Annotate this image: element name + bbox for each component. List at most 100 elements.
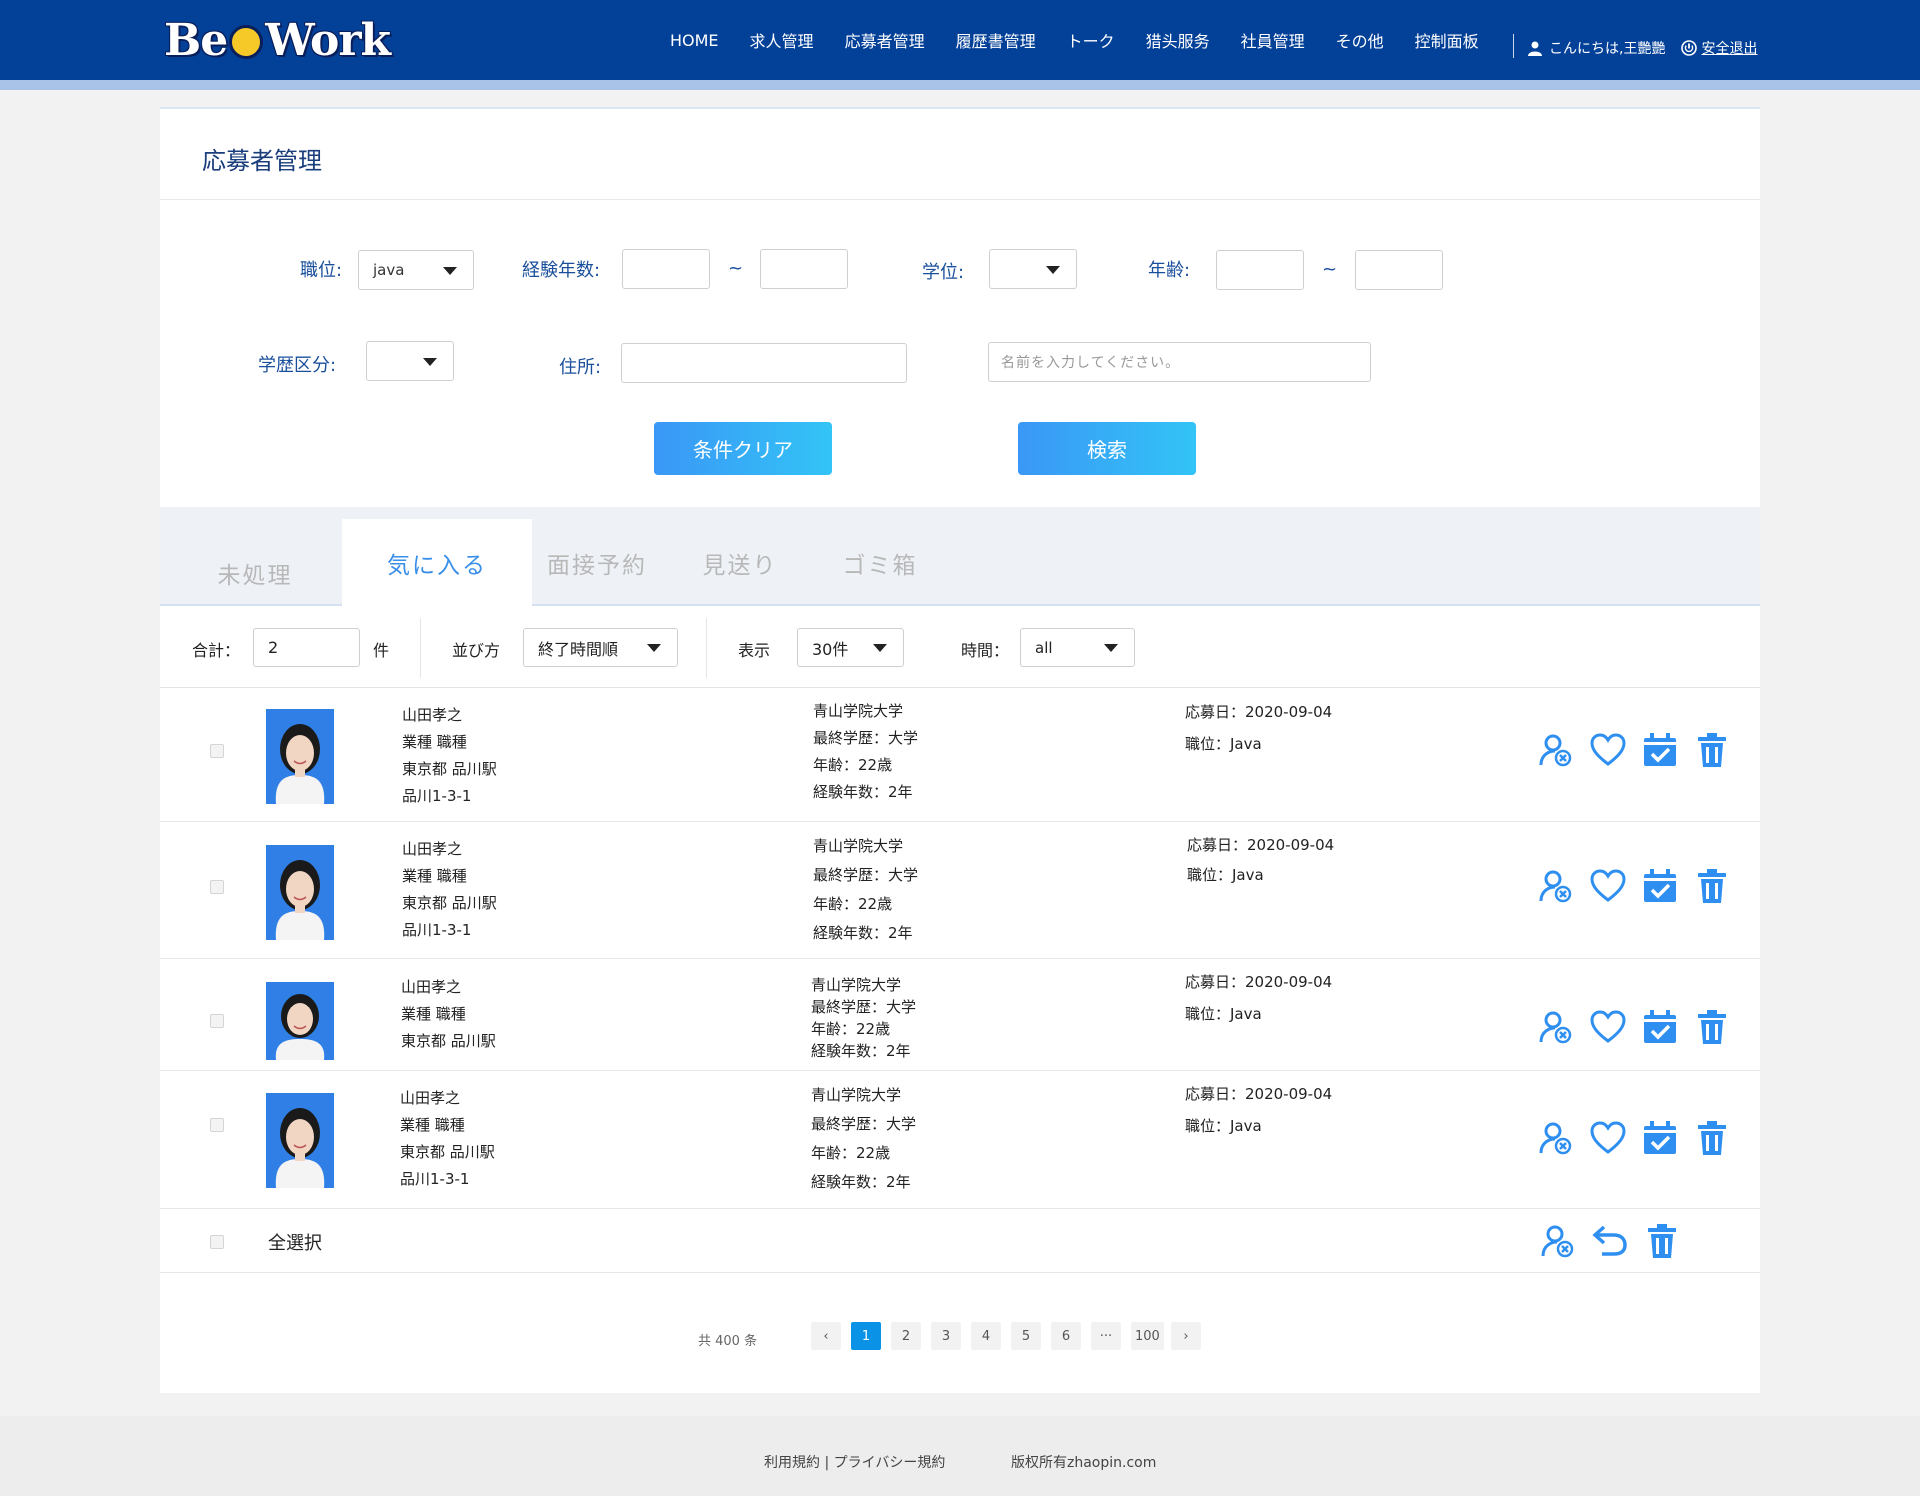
nav-home[interactable]: HOME <box>670 31 719 50</box>
tab-unprocessed[interactable]: 未処理 <box>160 529 350 616</box>
applicant-photo <box>266 1093 334 1188</box>
trash-icon[interactable] <box>1694 1120 1730 1156</box>
user-area: こんにちは,王艷艷 安全退出 <box>1527 38 1757 58</box>
sort-select[interactable]: 終了時間順 <box>523 628 678 667</box>
chevron-down-icon <box>1046 266 1060 274</box>
time-label: 時間： <box>961 641 1010 660</box>
trash-icon[interactable] <box>1694 1009 1730 1045</box>
beework-logo[interactable]: Be Work <box>164 14 391 66</box>
chevron-down-icon <box>423 358 437 366</box>
nav-talk[interactable]: トーク <box>1067 28 1115 52</box>
age-max-input[interactable] <box>1355 250 1443 290</box>
row-actions <box>1538 732 1746 768</box>
calendar-check-icon[interactable] <box>1642 1009 1678 1045</box>
experience-min-input[interactable] <box>622 249 710 289</box>
applicant-education: 最終学歴：大学 <box>813 729 919 747</box>
footer: 利用規約 | プライバシー規約 版权所有zhaopin.com <box>0 1416 1920 1496</box>
applicant-row[interactable]: 山田孝之 業種 職種 東京都 品川駅 品川1-3-1 青山学院大学 最終学歴：大… <box>160 688 1760 822</box>
pagination-next[interactable]: › <box>1171 1322 1201 1350</box>
pagination-page-1[interactable]: 1 <box>851 1322 881 1350</box>
applicant-row[interactable]: 山田孝之 業種 職種 東京都 品川駅 品川1-3-1 青山学院大学 最終学歴：大… <box>160 1071 1760 1209</box>
edu-class-select[interactable] <box>366 341 454 381</box>
name-search-input[interactable]: 名前を入力してください。 <box>988 342 1371 382</box>
applicant-name: 山田孝之 <box>401 978 462 996</box>
age-min-input[interactable] <box>1216 250 1304 290</box>
applicant-name: 山田孝之 <box>402 840 463 858</box>
address-input[interactable] <box>621 343 907 383</box>
tab-interview[interactable]: 面接予約 <box>532 519 662 606</box>
row-checkbox[interactable] <box>210 1118 224 1132</box>
row-checkbox[interactable] <box>210 744 224 758</box>
clear-conditions-button[interactable]: 条件クリア <box>654 422 832 475</box>
position-select[interactable]: java <box>358 250 474 290</box>
row-checkbox[interactable] <box>210 880 224 894</box>
calendar-check-icon[interactable] <box>1642 868 1678 904</box>
pagination-ellipsis[interactable]: ··· <box>1091 1322 1121 1350</box>
reject-user-icon[interactable] <box>1538 1009 1574 1045</box>
applicant-education-info: 青山学院大学 最終学歴：大学 年齢：22歳 経験年数：2年 <box>813 832 918 948</box>
reject-user-icon[interactable] <box>1538 1120 1574 1156</box>
row-checkbox[interactable] <box>210 1014 224 1028</box>
pagination-page-6[interactable]: 6 <box>1051 1322 1081 1350</box>
logout-link[interactable]: 安全退出 <box>1701 38 1757 58</box>
select-all-label[interactable]: 全選択 <box>268 1229 322 1255</box>
power-icon[interactable] <box>1681 40 1698 56</box>
applicant-row[interactable]: 山田孝之 業種 職種 東京都 品川駅 青山学院大学 最終学歴：大学 年齢：22歳… <box>160 959 1760 1071</box>
tab-favorites[interactable]: 気に入る <box>342 519 532 606</box>
nav-applicant-management[interactable]: 応募者管理 <box>845 28 925 52</box>
pagination-page-100[interactable]: 100 <box>1131 1322 1164 1350</box>
nav-headhunting[interactable]: 猎头服务 <box>1146 28 1210 52</box>
nav-employee-management[interactable]: 社員管理 <box>1241 28 1305 52</box>
pagination-total: 共 400 条 <box>698 1334 758 1349</box>
undo-icon[interactable] <box>1592 1223 1628 1259</box>
pagination-prev[interactable]: ‹ <box>811 1322 841 1350</box>
trash-icon[interactable] <box>1694 868 1730 904</box>
applicant-school: 青山学院大学 <box>813 837 904 855</box>
heart-icon[interactable] <box>1590 868 1626 904</box>
heart-icon[interactable] <box>1590 1009 1626 1045</box>
trash-icon[interactable] <box>1644 1223 1680 1259</box>
display-count-select[interactable]: 30件 <box>797 628 904 667</box>
search-button[interactable]: 検索 <box>1018 422 1196 475</box>
status-tabs: 未処理 気に入る 面接予約 見送り ゴミ箱 <box>160 507 1760 606</box>
reject-user-icon[interactable] <box>1540 1223 1576 1259</box>
row-actions <box>1538 1009 1746 1045</box>
tab-rejected[interactable]: 見送り <box>680 519 800 606</box>
applicant-education-info: 青山学院大学 最終学歴：大学 年齢：22歳 経験年数：2年 <box>811 1081 916 1197</box>
footer-links[interactable]: 利用規約 | プライバシー規約 <box>764 1452 945 1472</box>
heart-icon[interactable] <box>1590 732 1626 768</box>
nav-control-panel[interactable]: 控制面板 <box>1415 28 1479 52</box>
reject-user-icon[interactable] <box>1538 732 1574 768</box>
title-panel: 応募者管理 <box>160 107 1760 200</box>
chevron-down-icon <box>647 644 661 652</box>
nav-job-management[interactable]: 求人管理 <box>750 28 814 52</box>
sort-select-value: 終了時間順 <box>538 639 619 659</box>
applicant-education: 最終学歴：大学 <box>811 998 917 1016</box>
tab-trash[interactable]: ゴミ箱 <box>825 519 935 606</box>
heart-icon[interactable] <box>1590 1120 1626 1156</box>
nav-resume-management[interactable]: 履歴書管理 <box>956 28 1036 52</box>
degree-select[interactable] <box>989 249 1077 289</box>
applicant-basic-info: 山田孝之 業種 職種 東京都 品川駅 品川1-3-1 <box>402 836 497 944</box>
time-select[interactable]: all <box>1020 628 1135 667</box>
pagination-page-2[interactable]: 2 <box>891 1322 921 1350</box>
pagination-page-4[interactable]: 4 <box>971 1322 1001 1350</box>
select-all-checkbox[interactable] <box>210 1235 224 1249</box>
pagination-page-5[interactable]: 5 <box>1011 1322 1041 1350</box>
nav-other[interactable]: その他 <box>1336 28 1384 52</box>
pagination-page-3[interactable]: 3 <box>931 1322 961 1350</box>
applicant-education-info: 青山学院大学 最終学歴：大学 年齢：22歳 経験年数：2年 <box>811 974 916 1062</box>
calendar-check-icon[interactable] <box>1642 732 1678 768</box>
time-select-value: all <box>1035 638 1053 657</box>
applicant-job: 業種 職種 <box>402 867 467 885</box>
trash-icon[interactable] <box>1694 732 1730 768</box>
calendar-check-icon[interactable] <box>1642 1120 1678 1156</box>
sort-label: 並び方 <box>452 641 501 660</box>
applicant-position: 職位：Java <box>1187 866 1264 884</box>
portrait-image <box>266 1093 334 1188</box>
applicant-row[interactable]: 山田孝之 業種 職種 東京都 品川駅 品川1-3-1 青山学院大学 最終学歴：大… <box>160 822 1760 959</box>
applicant-age: 年齢：22歳 <box>813 756 893 774</box>
select-all-row: 全選択 <box>160 1209 1760 1273</box>
reject-user-icon[interactable] <box>1538 868 1574 904</box>
experience-max-input[interactable] <box>760 249 848 289</box>
